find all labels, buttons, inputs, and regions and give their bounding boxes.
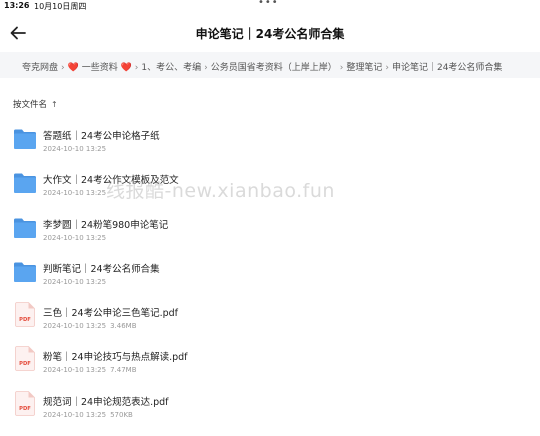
file-name: 三色｜24考公申论三色笔记.pdf [43, 308, 179, 320]
pdf-file-row[interactable]: PDF 粉笔｜24申论技巧与热点解读.pdf 2024-10-10 13:25 7.… [0, 346, 540, 391]
folder-icon [14, 129, 36, 149]
chevron-right-icon: › [134, 63, 139, 73]
status-time: 13:26 [4, 1, 30, 10]
pdf-file-row[interactable]: PDF 三色｜24考公申论三色笔记.pdf 2024-10-10 13:25 3.4… [0, 302, 540, 347]
file-name: 李梦圆｜24粉笔980申论笔记 [43, 219, 169, 231]
file-meta: 2024-10-10 13:25 [43, 234, 106, 242]
file-name: 粉笔｜24申论技巧与热点解读.pdf [43, 352, 188, 364]
file-size: 7.47MB [110, 366, 137, 375]
pdf-file-icon: PDF [15, 302, 35, 328]
folder-row[interactable]: 答题纸｜24考公申论格子纸 2024-10-10 13:25 [0, 126, 540, 170]
file-name: 判断笔记｜24考公名师合集 [43, 263, 160, 275]
pdf-file-icon: PDF [15, 346, 35, 372]
folder-row[interactable]: 判断笔记｜24考公名师合集 2024-10-10 13:25 [0, 259, 540, 303]
sort-arrow-up-icon: ↑ [51, 100, 58, 109]
file-size: 570KB [110, 410, 133, 419]
file-date: 2024-10-10 13:25 [43, 145, 107, 153]
file-name: 答题纸｜24考公申论格子纸 [43, 131, 160, 142]
breadcrumb-item-notes[interactable]: 整理笔记 [346, 63, 382, 73]
file-meta: 2024-10-10 13:25 7.47MB [43, 366, 137, 374]
file-size: 3.46MB [110, 322, 137, 331]
file-meta: 2024-10-10 13:25 570KB [43, 411, 133, 419]
folder-icon [14, 218, 36, 238]
file-date: 2024-10-10 13:25 [43, 410, 107, 419]
watermark: 线报酷-new.xianbao.fun [106, 180, 335, 202]
sort-by-name-button[interactable]: 按文件名 ↑ [13, 98, 58, 110]
breadcrumb-item-current[interactable]: 申论笔记｜24考公名师合集 [392, 63, 502, 73]
sort-label: 按文件名 [13, 100, 48, 110]
file-date: 2024-10-10 13:25 [43, 322, 107, 331]
nav-bar: 申论笔记｜24考公名师合集 [0, 18, 540, 48]
pdf-icon-label: PDF [19, 406, 31, 412]
chevron-right-icon: › [339, 63, 344, 73]
pdf-file-icon: PDF [15, 390, 35, 416]
file-date: 2024-10-10 13:25 [43, 366, 107, 375]
folder-row[interactable]: 李梦圆｜24粉笔980申论笔记 2024-10-10 13:25 [0, 215, 540, 259]
breadcrumb-item-exams[interactable]: 1、考公、考编 [141, 63, 201, 73]
status-date: 10月10日周四 [34, 2, 87, 11]
page-title: 申论笔记｜24考公名师合集 [195, 27, 345, 41]
breadcrumb: 夸克网盘 › ❤️ 一些资料 ❤️ › 1、考公、考编 › 公务员国省考资料（上岸上岸） › 整… [0, 52, 540, 78]
file-date: 2024-10-10 13:25 [43, 277, 107, 286]
file-date: 2024-10-10 13:25 [43, 189, 107, 198]
file-meta: 2024-10-10 13:25 [43, 189, 106, 197]
pdf-file-row[interactable]: PDF 规范词｜24申论规范表达.pdf 2024-10-10 13:25 570K… [0, 390, 540, 436]
file-meta: 2024-10-10 13:25 [43, 145, 106, 153]
file-meta: 2024-10-10 13:25 3.46MB [43, 322, 137, 330]
multitask-dots[interactable]: ••• [258, 0, 279, 8]
pdf-icon-label: PDF [19, 317, 31, 323]
breadcrumb-item-resources[interactable]: ❤️ 一些资料 ❤️ [68, 63, 132, 73]
breadcrumb-item-civil-service[interactable]: 公务员国省考资料（上岸上岸） [211, 63, 337, 73]
file-list: 答题纸｜24考公申论格子纸 2024-10-10 13:25 大作文｜24考公作文… [0, 126, 540, 436]
status-bar: 13:26 10月10日周四 ••• [0, 0, 540, 14]
file-name: 规范词｜24申论规范表达.pdf [43, 396, 169, 408]
chevron-right-icon: › [61, 63, 65, 73]
file-meta: 2024-10-10 13:25 [43, 278, 106, 286]
folder-icon [14, 173, 36, 194]
chevron-right-icon: › [204, 63, 208, 73]
pdf-icon-label: PDF [19, 361, 31, 367]
file-date: 2024-10-10 13:25 [43, 233, 107, 242]
folder-icon [14, 262, 36, 282]
chevron-right-icon: › [385, 63, 389, 73]
breadcrumb-item-root[interactable]: 夸克网盘 [22, 63, 58, 73]
